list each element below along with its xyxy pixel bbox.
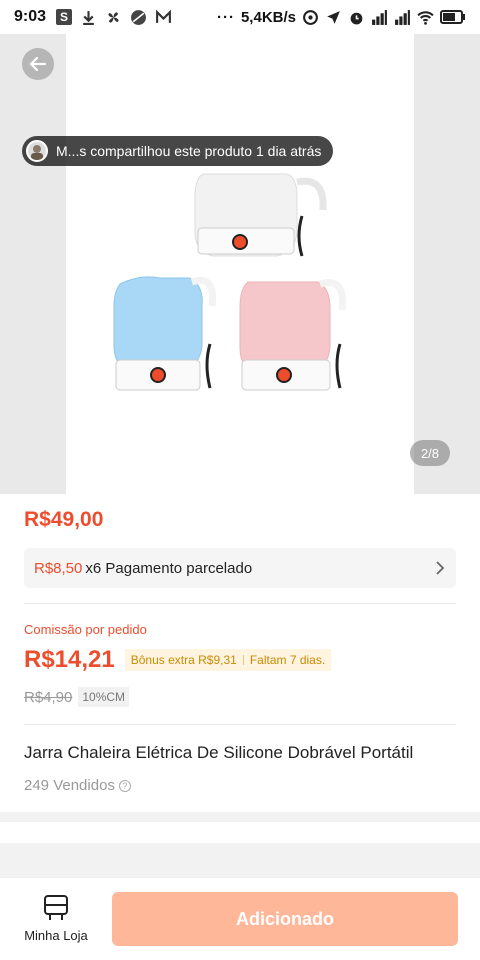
sold-count: 249 Vendidos (24, 777, 115, 794)
gallery-prev-slide (0, 34, 66, 494)
product-image (113, 173, 347, 391)
share-notification: M...s compartilhou este produto 1 dia at… (22, 136, 334, 166)
installment-text: x6 Pagamento parcelado (85, 559, 253, 577)
bottom-action-bar: Minha Loja Adicionado (0, 877, 480, 960)
divider (24, 603, 456, 604)
kettle-blue (113, 276, 217, 391)
kettle-pink (239, 279, 347, 391)
network-speed: 5,4KB/s (240, 8, 296, 26)
signal-icon (395, 9, 410, 25)
circle-app-icon (131, 9, 146, 25)
image-counter: 2/8 (410, 440, 450, 466)
sold-count-row: 249 Vendidos ? (24, 777, 131, 794)
status-left-icons: S (56, 9, 172, 26)
bonus-separator (242, 655, 244, 665)
alarm-icon (350, 12, 363, 24)
gallery-next-slide (414, 34, 480, 494)
commission-label: Comissão por pedido (24, 622, 147, 637)
mail-icon (156, 9, 171, 23)
divider (24, 724, 456, 725)
old-commission: R$4,90 (24, 688, 73, 706)
status-right-icons: ··· 5,4KB/s (217, 9, 466, 26)
arrow-left-icon (29, 56, 47, 72)
product-image-gallery[interactable]: M...s compartilhou este produto 1 dia at… (0, 34, 480, 494)
back-button[interactable] (22, 48, 54, 80)
more-dots-icon: ··· (216, 8, 235, 26)
chevron-right-icon (436, 561, 445, 575)
battery-icon (440, 10, 465, 24)
avatar (26, 140, 48, 162)
fan-icon (108, 11, 119, 23)
installment-price: R$8,50 (34, 559, 83, 577)
at-icon (303, 9, 318, 25)
s-app-icon: S (56, 9, 73, 25)
bonus-text: Bônus extra R$9,31 (130, 653, 237, 667)
section-divider (0, 843, 480, 877)
commission-row: R$14,21 Bônus extra R$9,31 Faltam 7 dias… (24, 646, 332, 674)
my-store-button[interactable]: Minha Loja (14, 894, 98, 943)
location-icon (327, 10, 340, 24)
old-commission-row: R$4,90 10%CM (24, 687, 130, 707)
product-title: Jarra Chaleira Elétrica De Silicone Dobr… (24, 743, 414, 762)
store-icon (44, 895, 68, 920)
gallery-current-slide[interactable] (66, 34, 414, 494)
wifi-icon (417, 10, 434, 25)
commission-value: R$14,21 (24, 646, 115, 673)
bonus-badge: Bônus extra R$9,31 Faltam 7 dias. (124, 649, 332, 671)
status-time: 9:03 (14, 8, 47, 25)
download-icon (83, 10, 94, 25)
status-bar: 9:03 S ··· 5,4KB/s (0, 0, 480, 34)
signal-icon (372, 9, 387, 25)
share-text: M...s compartilhou este produto 1 dia at… (56, 143, 322, 159)
commission-rate-tag: 10%CM (78, 687, 130, 707)
installment-row[interactable]: R$8,50 x6 Pagamento parcelado (24, 548, 456, 588)
product-price: R$49,00 (24, 508, 104, 531)
bonus-days: Faltam 7 dias. (249, 653, 326, 667)
kettle-white (194, 173, 327, 257)
my-store-label: Minha Loja (24, 928, 88, 943)
added-button[interactable]: Adicionado (112, 892, 458, 946)
section-divider (0, 812, 480, 822)
question-icon[interactable]: ? (118, 779, 131, 792)
